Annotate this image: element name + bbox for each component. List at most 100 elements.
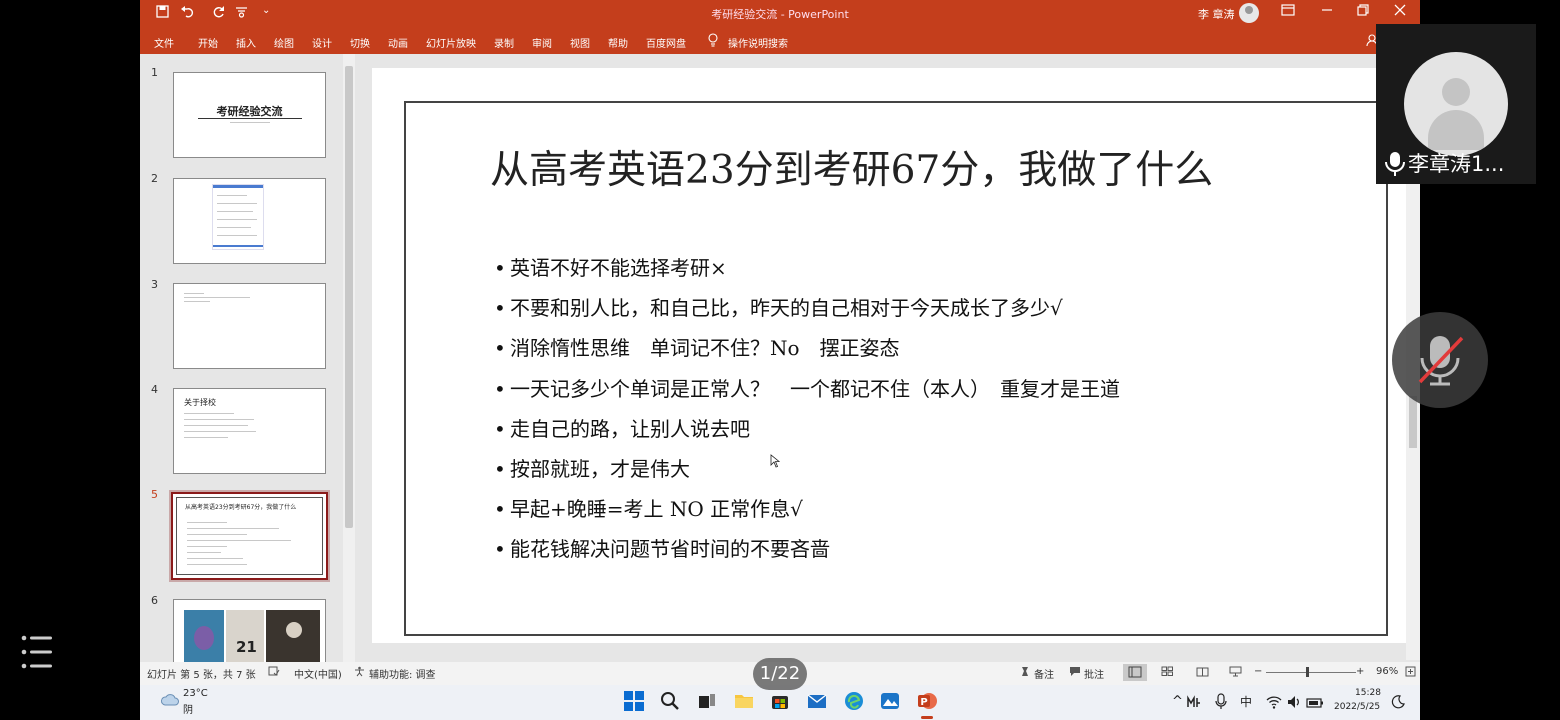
notification-moon-icon[interactable]: [1390, 694, 1406, 710]
accessibility-status[interactable]: 辅助功能: 调查: [369, 666, 436, 681]
tab-slideshow[interactable]: 幻灯片放映: [426, 35, 476, 50]
slide-editor: 从高考英语23分到考研67分，我做了什么 英语不好不能选择考研× 不要和别人比，…: [360, 56, 1420, 660]
phone-screen: ⌄ 考研经验交流 - PowerPoint 李 章涛 文件 开始 插入 绘图 设…: [0, 0, 1560, 720]
user-name[interactable]: 李 章涛: [1198, 6, 1235, 22]
microphone-icon[interactable]: [1214, 693, 1228, 711]
slide-bullet-list[interactable]: 英语不好不能选择考研× 不要和别人比，和自己比，昨天的自己相对于今天成长了多少√…: [494, 253, 1120, 575]
thumb-form-image: [212, 184, 264, 250]
restore-icon[interactable]: [1357, 4, 1369, 20]
tab-transitions[interactable]: 切换: [350, 35, 370, 50]
battery-icon[interactable]: [1306, 695, 1324, 709]
zoom-level[interactable]: 96%: [1376, 666, 1398, 677]
thumb-text-line: [187, 528, 279, 529]
menu-list-icon: [21, 635, 52, 669]
reading-view-icon[interactable]: [1196, 666, 1209, 680]
fit-slide-icon[interactable]: [1405, 666, 1416, 680]
comments-icon[interactable]: [1069, 666, 1081, 680]
slide-info: 幻灯片 第 5 张，共 7 张: [147, 670, 256, 681]
zoom-out-icon[interactable]: −: [1254, 666, 1262, 677]
mail-icon[interactable]: [806, 690, 828, 712]
thumb-title: 考研经验交流: [216, 105, 283, 118]
weather-condition: 阴: [183, 705, 193, 716]
search-icon[interactable]: [659, 690, 681, 712]
clock-time[interactable]: 15:28: [1355, 688, 1381, 698]
tab-insert[interactable]: 插入: [236, 35, 256, 50]
windows-taskbar: 23°C 阴 P ^ 中 15:28 2022/5/25: [140, 685, 1420, 720]
menu-list-button[interactable]: [10, 628, 62, 676]
thumb-text-line: [184, 293, 204, 294]
current-slide[interactable]: 从高考英语23分到考研67分，我做了什么 英语不好不能选择考研× 不要和别人比，…: [404, 101, 1388, 636]
tab-draw[interactable]: 绘图: [274, 35, 294, 50]
tab-home[interactable]: 开始: [198, 35, 218, 50]
tab-view[interactable]: 视图: [570, 35, 590, 50]
file-explorer-icon[interactable]: [733, 690, 755, 712]
thumb-form-line: [217, 227, 251, 228]
clock-date[interactable]: 2022/5/25: [1334, 702, 1380, 712]
slide-thumbnail-5[interactable]: 从高考英语23分到考研67分，我做了什么: [169, 490, 330, 582]
cloud-weather-icon[interactable]: [160, 690, 180, 710]
accessibility-icon[interactable]: [354, 666, 365, 680]
slideshow-icon[interactable]: [1229, 666, 1242, 680]
slide-thumbnail-2[interactable]: [173, 178, 326, 264]
speaker-icon[interactable]: [1286, 694, 1302, 710]
comments-button[interactable]: 批注: [1084, 666, 1104, 681]
notes-button[interactable]: 备注: [1034, 666, 1054, 681]
thumb-number: 3: [151, 278, 158, 291]
thumb-text-line: [184, 419, 254, 420]
temperature: 23°C: [183, 688, 208, 699]
thumb-form-line: [217, 203, 257, 204]
zoom-in-icon[interactable]: +: [1356, 666, 1364, 677]
tray-chevron-up-icon[interactable]: ^: [1172, 694, 1183, 709]
slide-sorter-icon[interactable]: [1161, 666, 1174, 680]
zoom-slider[interactable]: [1266, 672, 1356, 673]
slide-canvas: 从高考英语23分到考研67分，我做了什么 英语不好不能选择考研× 不要和别人比，…: [372, 68, 1406, 643]
tab-help[interactable]: 帮助: [608, 35, 628, 50]
close-icon[interactable]: [1394, 4, 1406, 20]
thumb-form-line: [217, 195, 247, 196]
spellcheck-icon[interactable]: [268, 666, 280, 680]
tab-file[interactable]: 文件: [154, 35, 174, 50]
bullet-item: 消除惰性思维 单词记不住？No 摆正姿态: [494, 333, 1120, 373]
tab-design[interactable]: 设计: [312, 35, 332, 50]
minimize-icon[interactable]: [1321, 4, 1333, 20]
thumb-text-line: [187, 546, 227, 547]
slide-title[interactable]: 从高考英语23分到考研67分，我做了什么: [490, 139, 1213, 195]
windows-start-icon[interactable]: [623, 690, 645, 712]
store-icon[interactable]: [769, 690, 791, 712]
thumb-number: 6: [151, 594, 158, 607]
bullet-item: 英语不好不能选择考研×: [494, 253, 1120, 293]
tell-me-search[interactable]: 操作说明搜索: [728, 35, 788, 50]
tab-baidu-netdisk[interactable]: 百度网盘: [646, 35, 686, 50]
notes-icon[interactable]: [1020, 666, 1030, 680]
normal-view-button[interactable]: [1123, 664, 1147, 681]
bullet-item: 走自己的路，让别人说去吧: [494, 414, 1120, 454]
thumbnails-scrollbar[interactable]: [343, 54, 355, 662]
slide-thumbnail-4[interactable]: 关于择校: [173, 388, 326, 474]
edge-browser-icon[interactable]: [843, 690, 865, 712]
thumb-title-underline: [198, 118, 302, 119]
thumb-form-footer: [213, 245, 263, 247]
task-view-icon[interactable]: [696, 690, 718, 712]
page-indicator: 1/22: [753, 658, 807, 690]
powerpoint-app-icon[interactable]: P: [916, 690, 938, 712]
wifi-icon[interactable]: [1266, 694, 1282, 710]
lightbulb-icon[interactable]: [708, 32, 718, 47]
powerpoint-window: ⌄ 考研经验交流 - PowerPoint 李 章涛 文件 开始 插入 绘图 设…: [140, 0, 1420, 685]
photos-icon[interactable]: [879, 690, 901, 712]
tab-review[interactable]: 审阅: [532, 35, 552, 50]
slide-thumbnail-1[interactable]: 考研经验交流: [173, 72, 326, 158]
ime-indicator[interactable]: 中: [1240, 693, 1252, 710]
user-avatar[interactable]: [1239, 3, 1259, 23]
slide-thumbnail-3[interactable]: [173, 283, 326, 369]
zoom-slider-handle[interactable]: [1306, 667, 1309, 677]
language-status[interactable]: 中文(中国): [294, 666, 342, 681]
mute-microphone-button[interactable]: [1392, 312, 1488, 408]
participant-video-tile[interactable]: 李章涛1...: [1376, 24, 1536, 184]
avatar-body: [1428, 110, 1484, 150]
tray-app-icon[interactable]: [1186, 694, 1202, 710]
ribbon-display-icon[interactable]: [1281, 4, 1295, 20]
thumbnails-scroll-thumb[interactable]: [345, 66, 353, 528]
tab-animations[interactable]: 动画: [388, 35, 408, 50]
title-bar: ⌄ 考研经验交流 - PowerPoint 李 章涛: [140, 0, 1420, 28]
tab-record[interactable]: 录制: [494, 35, 514, 50]
